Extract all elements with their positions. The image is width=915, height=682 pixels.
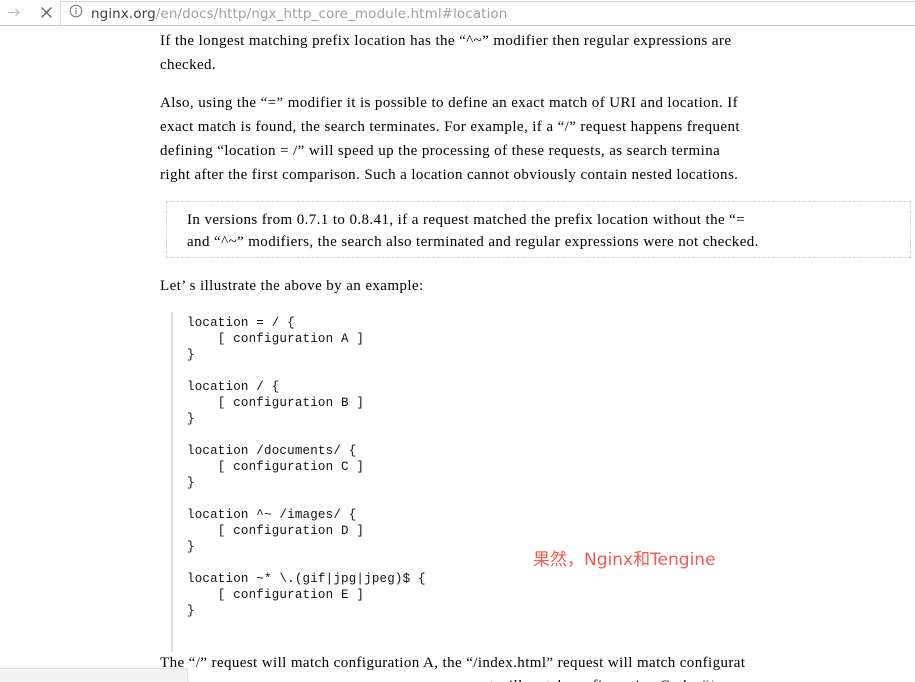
info-circle-icon[interactable] <box>69 4 83 23</box>
paragraph-2-line-1: Also, using the “=” modifier it is possi… <box>160 95 739 111</box>
code-block: location = / { [ configuration A ] } loc… <box>171 312 671 652</box>
paragraph-2-line-4: right after the first comparison. Such a… <box>160 167 739 183</box>
code-line-11: } <box>187 476 195 490</box>
code-line-10: [ configuration C ] <box>187 460 365 474</box>
code-line-19: } <box>187 604 195 618</box>
paragraph-1-line-2: checked. <box>160 57 217 73</box>
code-line-9: location /documents/ { <box>187 444 357 458</box>
code-line-18: [ configuration E ] <box>187 588 365 602</box>
note-line-2: and “^~” modifiers, the search also term… <box>187 234 759 250</box>
closing-line-2: quest will match configuration C, the “/ <box>460 674 714 682</box>
code-line-2: [ configuration A ] <box>187 332 365 346</box>
address-bar[interactable]: nginx.org/en/docs/http/ngx_http_core_mod… <box>60 1 915 25</box>
stop-loading-button[interactable] <box>32 0 60 26</box>
paragraph-2-line-3: defining “location = /” will speed up th… <box>160 143 721 159</box>
url-text: nginx.org/en/docs/http/ngx_http_core_mod… <box>91 6 507 22</box>
code-line-15: } <box>187 540 195 554</box>
forward-arrow-icon <box>6 4 23 21</box>
code-line-7: } <box>187 412 195 426</box>
browser-toolbar: nginx.org/en/docs/http/ngx_http_core_mod… <box>0 0 915 26</box>
url-host: nginx.org <box>91 5 156 22</box>
paragraph-2-line-2: exact match is found, the search termina… <box>160 119 740 135</box>
note-line-1: In versions from 0.7.1 to 0.8.41, if a r… <box>187 212 746 228</box>
close-x-icon <box>39 5 54 20</box>
code-line-3: } <box>187 348 195 362</box>
closing-line-1: The “/” request will match configuration… <box>160 655 746 671</box>
code-line-5: location / { <box>187 380 280 394</box>
code-line-17: location ~* \.(gif|jpg|jpeg)$ { <box>187 572 426 586</box>
status-bar <box>0 668 188 682</box>
red-annotation: 果然，Nginx和Tengine <box>533 550 716 570</box>
paragraph-1-line-1: If the longest matching prefix location … <box>160 33 732 49</box>
note-box: In versions from 0.7.1 to 0.8.41, if a r… <box>166 201 911 258</box>
code-line-14: [ configuration D ] <box>187 524 365 538</box>
url-path: /en/docs/http/ngx_http_core_module.html#… <box>155 5 508 22</box>
code-line-13: location ^~ /images/ { <box>187 508 357 522</box>
code-line-6: [ configuration B ] <box>187 396 365 410</box>
page-content: If the longest matching prefix location … <box>0 27 915 682</box>
lead-in-text: Let’ s illustrate the above by an exampl… <box>160 278 424 294</box>
forward-button[interactable] <box>0 0 28 26</box>
code-line-1: location = / { <box>187 316 295 330</box>
